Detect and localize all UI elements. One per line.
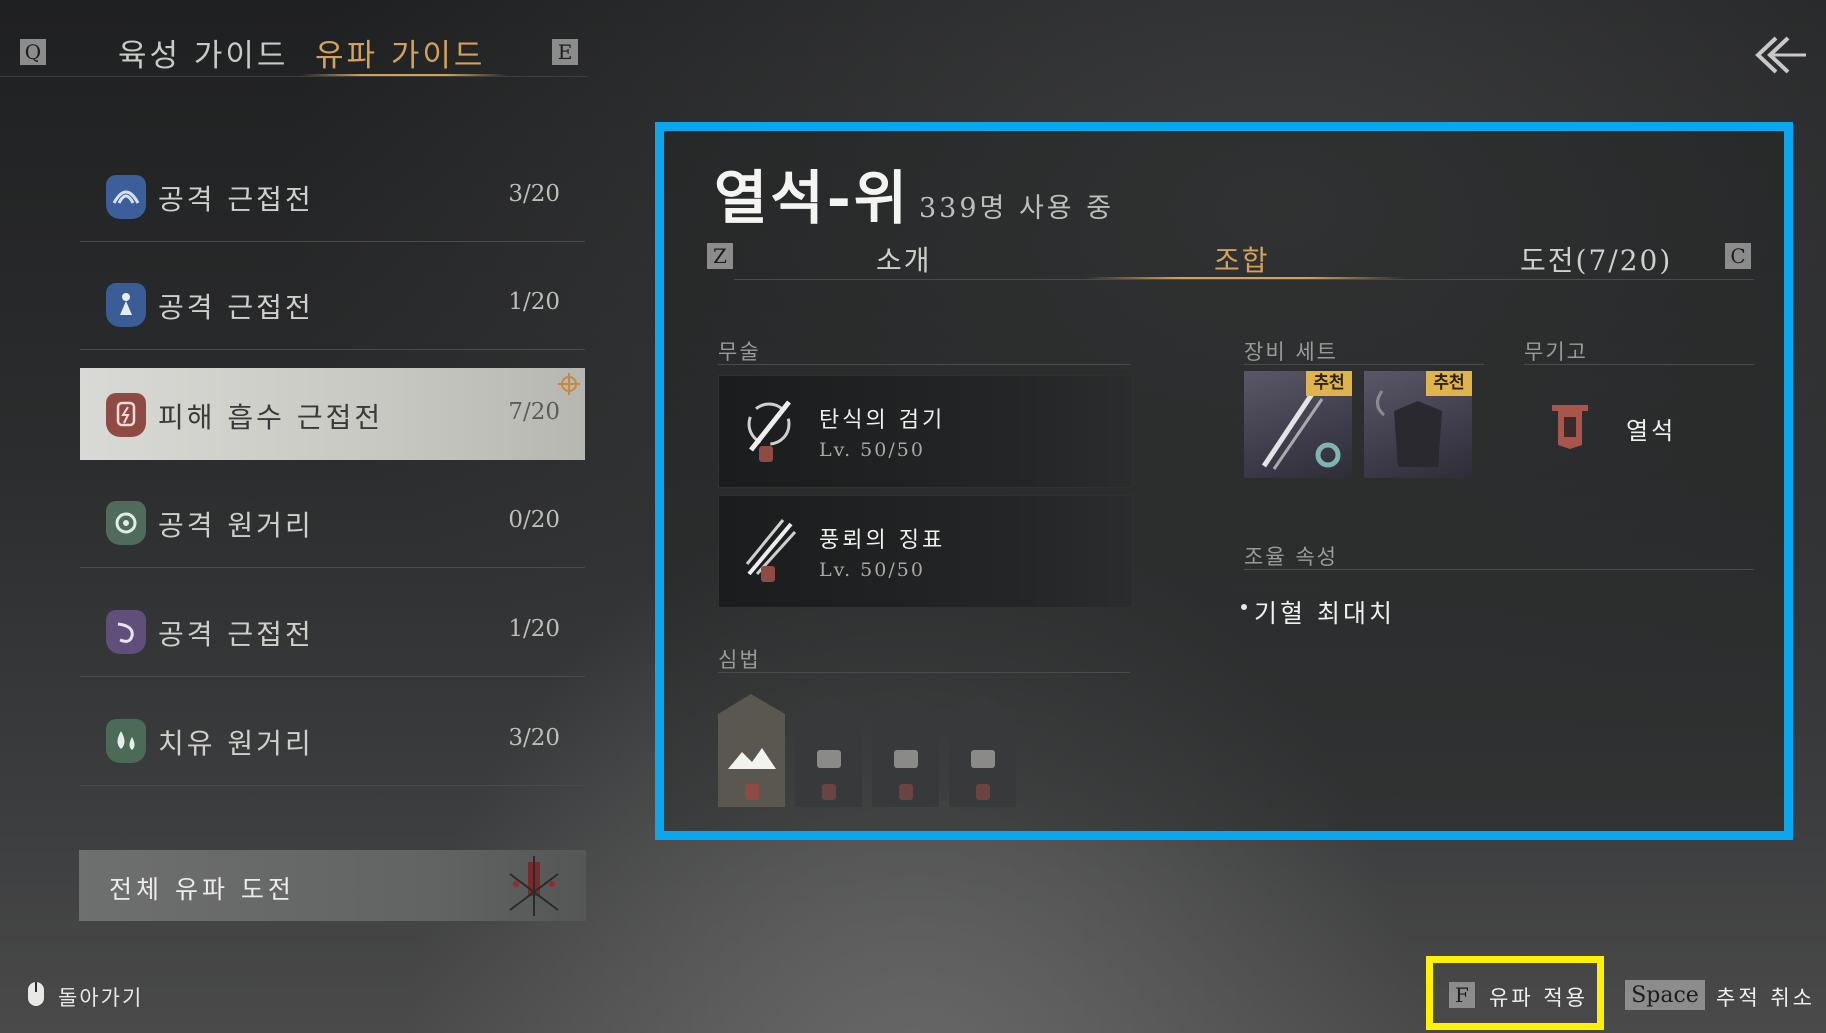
martial-skill-card[interactable]: 풍뢰의 징표 Lv. 50/50 <box>718 495 1133 608</box>
skill-level: Lv. 50/50 <box>819 559 925 581</box>
skill-name: 풍뢰의 징표 <box>819 528 946 553</box>
section-gear-set: 장비 세트 <box>1244 340 1338 364</box>
key-hint-q: Q <box>20 39 46 65</box>
list-divider <box>80 676 585 677</box>
school-item[interactable]: 치유 원거리 3/20 <box>80 694 585 786</box>
list-divider <box>80 349 585 350</box>
all-school-challenge-button[interactable]: 전체 유파 도전 <box>79 850 586 921</box>
active-tab-underline <box>300 74 508 76</box>
inner-art-slot-locked-icon[interactable] <box>795 694 862 807</box>
martial-skill-card[interactable]: 탄식의 검기 Lv. 50/50 <box>718 375 1133 488</box>
section-divider <box>1524 364 1754 365</box>
section-martial-arts: 무술 <box>718 340 761 364</box>
mouse-icon <box>28 982 44 1006</box>
school-item[interactable]: 공격 근접전 3/20 <box>80 150 585 242</box>
section-arsenal: 무기고 <box>1524 340 1588 364</box>
key-hint-space: Space <box>1625 980 1705 1010</box>
recommend-badge: 추천 <box>1426 371 1472 396</box>
school-progress: 1/20 <box>508 289 560 315</box>
attribute-item: 기혈 최대치 <box>1254 599 1395 628</box>
school-label: 공격 원거리 <box>158 509 314 542</box>
skill-level: Lv. 50/50 <box>819 439 925 461</box>
inner-art-slot-locked-icon[interactable] <box>872 694 939 807</box>
figure-emblem-icon <box>106 283 146 327</box>
banner-emblem-icon <box>509 856 559 916</box>
school-progress: 0/20 <box>508 507 560 533</box>
list-divider <box>80 241 585 242</box>
school-item[interactable]: 공격 근접전 1/20 <box>80 585 585 677</box>
school-item-selected[interactable]: 피해 흡수 근접전 7/20 <box>80 368 585 460</box>
active-tab-underline <box>1084 277 1404 279</box>
list-divider <box>80 567 585 568</box>
top-tab-divider <box>0 76 588 77</box>
tab-combination[interactable]: 조합 <box>1214 239 1270 279</box>
school-progress: 3/20 <box>508 725 560 751</box>
list-divider <box>80 785 585 786</box>
key-hint-z: Z <box>707 243 733 269</box>
spear-skill-icon <box>745 519 797 582</box>
user-count: 339명 사용 중 <box>919 193 1115 224</box>
tab-growth-guide[interactable]: 육성 가이드 <box>118 30 288 75</box>
key-hint-c: C <box>1725 243 1751 269</box>
school-item[interactable]: 공격 원거리 0/20 <box>80 476 585 568</box>
tracking-target-icon <box>558 373 580 395</box>
spiral-emblem-icon <box>106 501 146 545</box>
apply-school-label[interactable]: 유파 적용 <box>1489 982 1588 1012</box>
school-label: 공격 근접전 <box>158 291 314 324</box>
section-attribute: 조율 속성 <box>1244 545 1338 569</box>
key-hint-e: E <box>552 39 578 65</box>
tab-school-guide[interactable]: 유파 가이드 <box>315 30 485 75</box>
section-inner-arts: 심법 <box>718 648 761 672</box>
tab-intro[interactable]: 소개 <box>876 239 932 279</box>
gear-set-weapon[interactable]: 추천 <box>1244 371 1352 478</box>
recommend-badge: 추천 <box>1306 371 1352 396</box>
weapon-name: 열석 <box>1626 417 1677 445</box>
arsenal-emblem-icon[interactable] <box>1546 401 1594 453</box>
shield-emblem-icon <box>106 393 146 437</box>
section-divider <box>718 364 1130 365</box>
school-label: 피해 흡수 근접전 <box>158 401 384 434</box>
school-label: 치유 원거리 <box>158 727 314 760</box>
wave-emblem-icon <box>106 175 146 219</box>
school-label: 공격 근접전 <box>158 618 314 651</box>
section-divider <box>718 672 1130 673</box>
school-label: 공격 근접전 <box>158 183 314 216</box>
inner-art-slot-mountain-icon[interactable] <box>718 694 785 807</box>
school-title: 열석-위 <box>714 164 911 232</box>
drops-emblem-icon <box>106 719 146 763</box>
cancel-tracking-button[interactable]: 추적 취소 <box>1716 982 1815 1012</box>
school-item[interactable]: 공격 근접전 1/20 <box>80 258 585 350</box>
all-challenge-label: 전체 유파 도전 <box>109 875 295 904</box>
sword-skill-icon <box>747 400 791 462</box>
school-progress: 3/20 <box>508 181 560 207</box>
key-hint-f: F <box>1449 982 1475 1008</box>
swirl-emblem-icon <box>106 610 146 654</box>
gear-set-armor[interactable]: 추천 <box>1364 371 1472 478</box>
back-arrow-icon[interactable] <box>1748 30 1808 80</box>
inner-art-slot-locked-icon[interactable] <box>949 694 1016 807</box>
section-divider <box>1244 569 1754 570</box>
bullet-dot <box>1241 604 1247 610</box>
section-divider <box>1244 364 1484 365</box>
school-progress: 7/20 <box>508 399 560 425</box>
school-progress: 1/20 <box>508 616 560 642</box>
skill-name: 탄식의 검기 <box>819 408 946 433</box>
back-button[interactable]: 돌아가기 <box>58 982 143 1012</box>
panel-tab-divider <box>734 279 1754 280</box>
school-detail-panel: 열석-위 339명 사용 중 Z 소개 조합 도전(7/20) C 무술 탄식의… <box>655 122 1793 840</box>
tab-challenge[interactable]: 도전(7/20) <box>1520 239 1672 279</box>
